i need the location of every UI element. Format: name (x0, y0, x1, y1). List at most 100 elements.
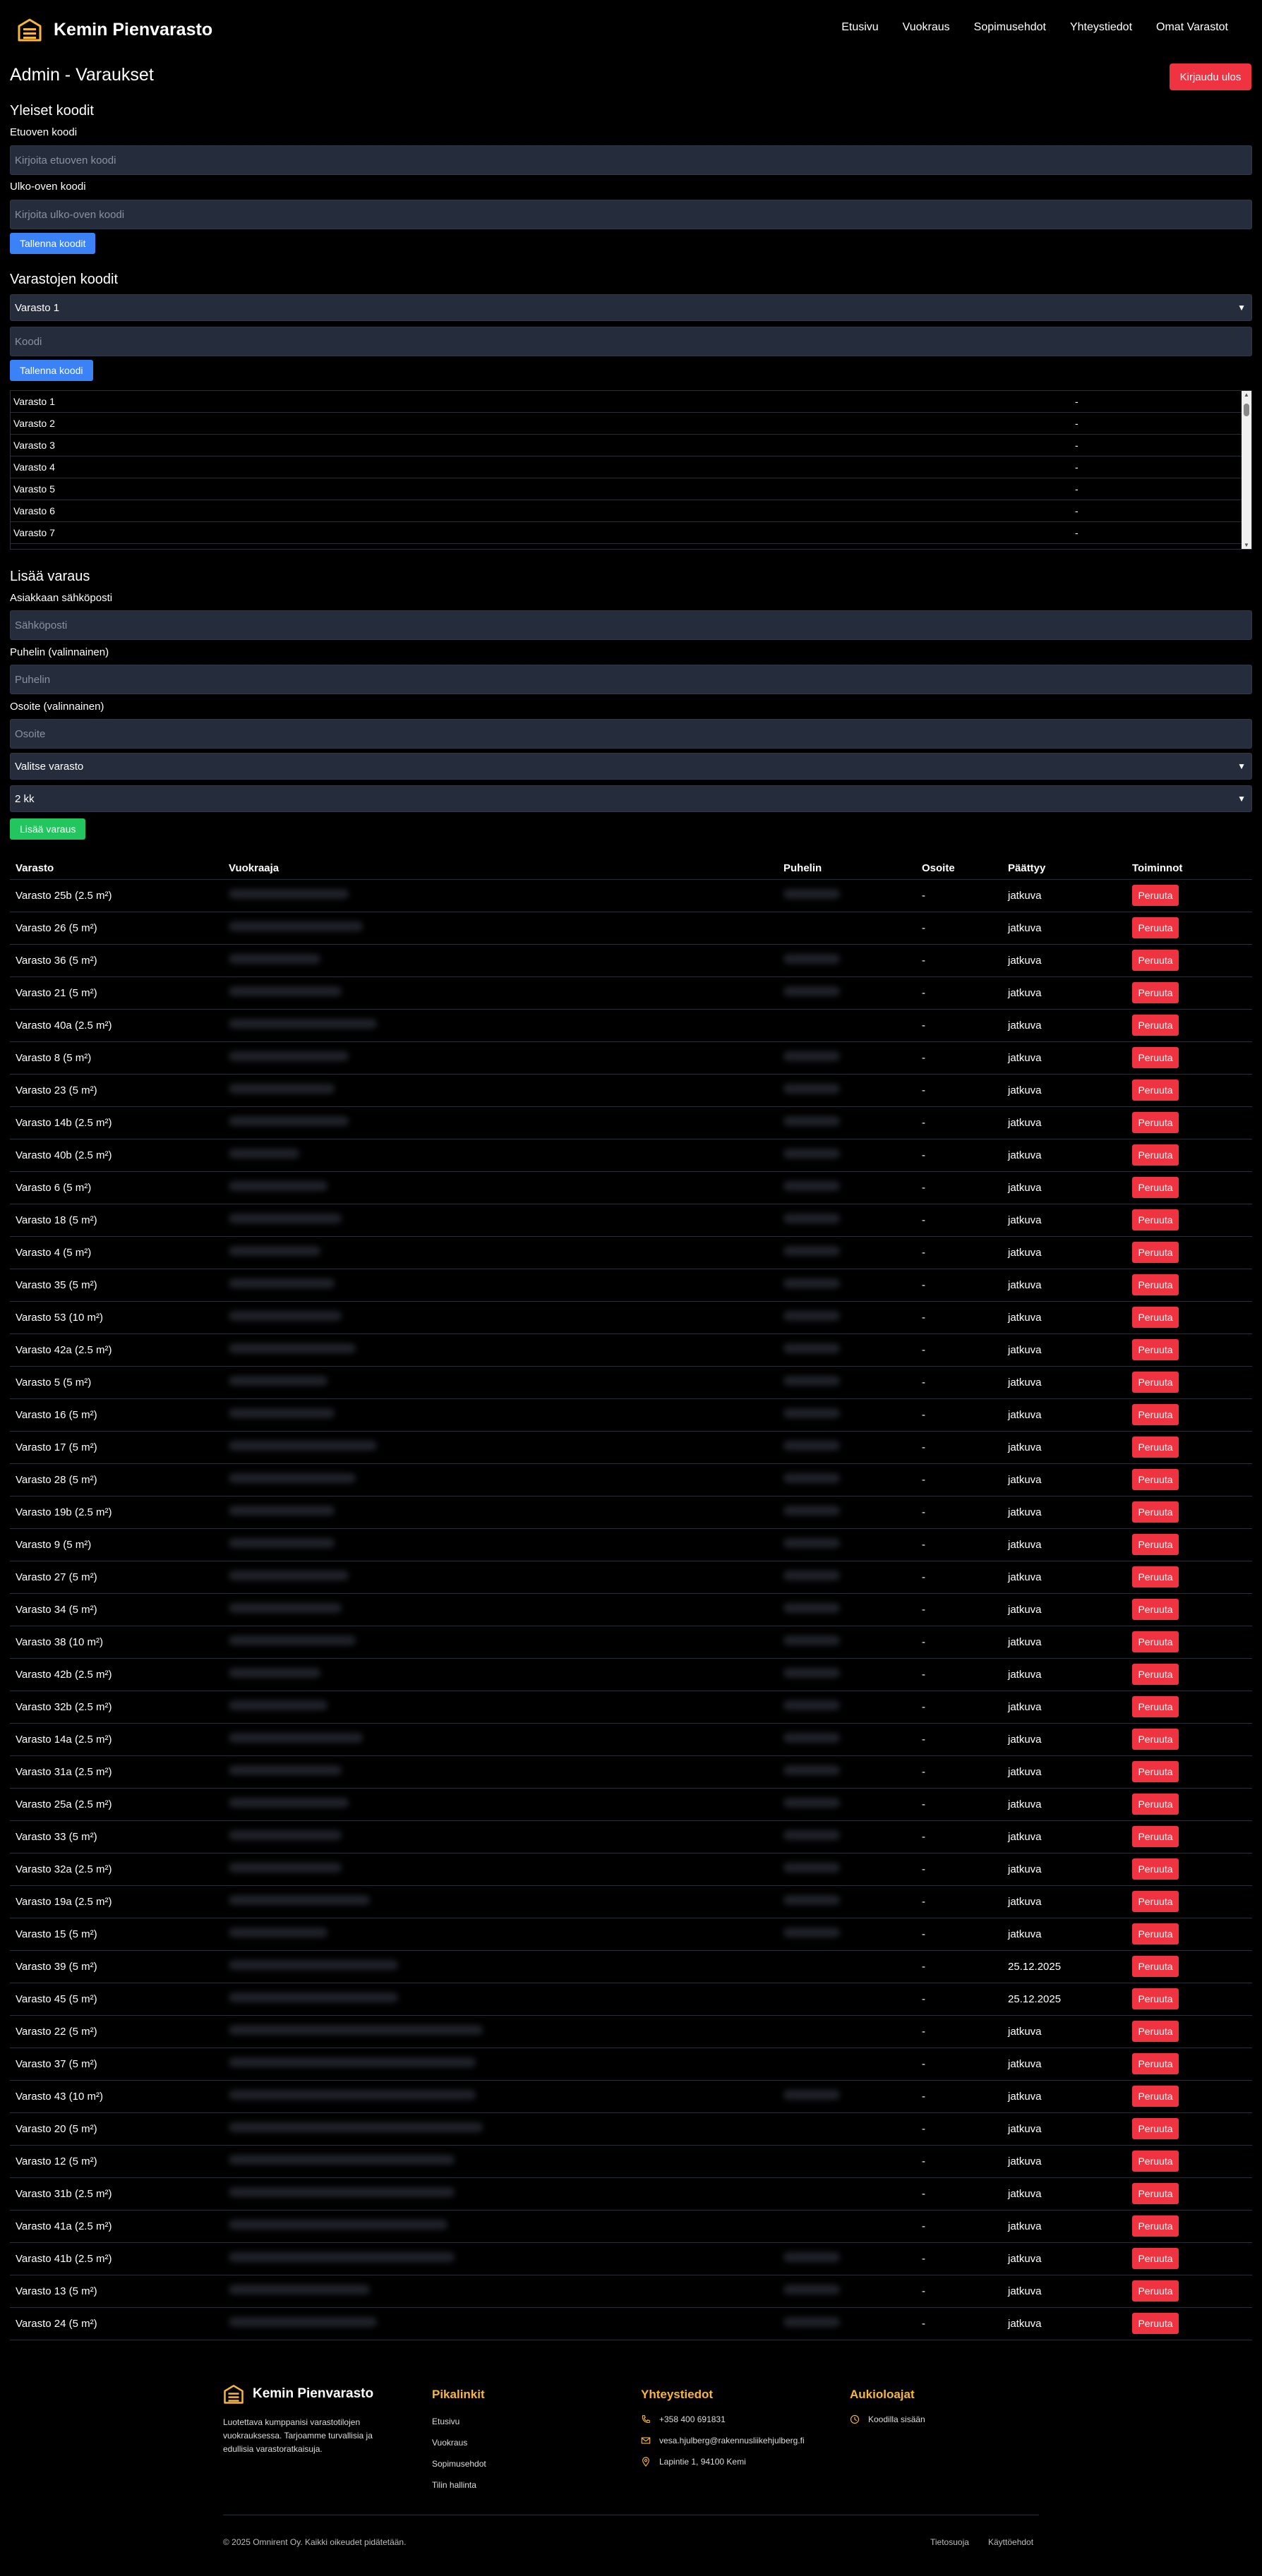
cancel-reservation-button[interactable]: Peruuta (1132, 950, 1179, 971)
reservation-storage-select[interactable]: Valitse varasto ▼ (10, 753, 1252, 780)
nav-omat-varastot[interactable]: Omat Varastot (1156, 21, 1228, 34)
cancel-reservation-button[interactable]: Peruuta (1132, 2248, 1179, 2269)
cancel-reservation-button[interactable]: Peruuta (1132, 1501, 1179, 1523)
footer-link-sopimusehdot[interactable]: Sopimusehdot (432, 2459, 486, 2469)
cancel-reservation-button[interactable]: Peruuta (1132, 1631, 1179, 1652)
cancel-reservation-button[interactable]: Peruuta (1132, 885, 1179, 906)
cancel-reservation-button[interactable]: Peruuta (1132, 1372, 1179, 1393)
cancel-reservation-button[interactable]: Peruuta (1132, 1404, 1179, 1425)
tenant-cell (223, 1561, 778, 1594)
redacted-phone (783, 2285, 840, 2294)
nav-yhteystiedot[interactable]: Yhteystiedot (1070, 21, 1132, 34)
storage-cell: Varasto 20 (5 m²) (10, 2112, 223, 2146)
cancel-reservation-button[interactable]: Peruuta (1132, 1729, 1179, 1750)
footer-link-vuokraus[interactable]: Vuokraus (432, 2438, 467, 2448)
actions-cell: Peruuta (1126, 1041, 1252, 1075)
storage-code: - (1075, 483, 1078, 495)
cancel-reservation-button[interactable]: Peruuta (1132, 1015, 1179, 1036)
cancel-reservation-button[interactable]: Peruuta (1132, 1047, 1179, 1068)
front-door-code-input[interactable] (10, 145, 1252, 175)
storage-cell: Varasto 35 (5 m²) (10, 1269, 223, 1302)
cancel-reservation-button[interactable]: Peruuta (1132, 1144, 1179, 1166)
scroll-down-icon[interactable]: ▼ (1244, 542, 1249, 548)
cancel-reservation-button[interactable]: Peruuta (1132, 1080, 1179, 1101)
storage-code: - (1075, 461, 1078, 473)
redacted-phone (783, 1895, 840, 1905)
cancel-reservation-button[interactable]: Peruuta (1132, 2151, 1179, 2172)
cancel-reservation-button[interactable]: Peruuta (1132, 2215, 1179, 2237)
storage-code-input[interactable] (10, 327, 1252, 356)
end-date-cell: jatkuva (1002, 1820, 1126, 1854)
cancel-reservation-button[interactable]: Peruuta (1132, 1761, 1179, 1782)
cancel-reservation-button[interactable]: Peruuta (1132, 2280, 1179, 2302)
cancel-reservation-button[interactable]: Peruuta (1132, 1956, 1179, 1977)
cancel-reservation-button[interactable]: Peruuta (1132, 1274, 1179, 1295)
nav-etusivu[interactable]: Etusivu (841, 21, 878, 34)
scrollbar-thumb[interactable] (1244, 404, 1249, 416)
address-input[interactable] (10, 719, 1252, 749)
redacted-tenant (229, 2090, 476, 2100)
cancel-reservation-button[interactable]: Peruuta (1132, 1112, 1179, 1133)
cancel-reservation-button[interactable]: Peruuta (1132, 1696, 1179, 1717)
nav-sopimusehdot[interactable]: Sopimusehdot (974, 21, 1046, 34)
cancel-reservation-button[interactable]: Peruuta (1132, 1858, 1179, 1880)
logout-button[interactable]: Kirjaudu ulos (1170, 64, 1251, 90)
cancel-reservation-button[interactable]: Peruuta (1132, 1794, 1179, 1815)
duration-select[interactable]: 2 kk ▼ (10, 785, 1252, 812)
cancel-reservation-button[interactable]: Peruuta (1132, 1664, 1179, 1685)
cancel-reservation-button[interactable]: Peruuta (1132, 1599, 1179, 1620)
cancel-reservation-button[interactable]: Peruuta (1132, 1242, 1179, 1263)
cancel-reservation-button[interactable]: Peruuta (1132, 1339, 1179, 1360)
table-row: Varasto 22 (5 m²) - jatkuva Peruuta (10, 2015, 1252, 2048)
footer-link-tilin-hallinta[interactable]: Tilin hallinta (432, 2480, 476, 2490)
cancel-reservation-button[interactable]: Peruuta (1132, 1988, 1179, 2009)
redacted-phone (783, 1733, 840, 1743)
cancel-reservation-button[interactable]: Peruuta (1132, 2313, 1179, 2334)
cancel-reservation-button[interactable]: Peruuta (1132, 2053, 1179, 2074)
cancel-reservation-button[interactable]: Peruuta (1132, 1891, 1179, 1912)
cancel-reservation-button[interactable]: Peruuta (1132, 917, 1179, 938)
cancel-reservation-button[interactable]: Peruuta (1132, 1566, 1179, 1588)
end-date-cell: jatkuva (1002, 1106, 1126, 1139)
table-row: Varasto 17 (5 m²) - jatkuva Peruuta (10, 1431, 1252, 1464)
brand-logo[interactable]: Kemin Pienvarasto (17, 17, 212, 42)
add-reservation-button[interactable]: Lisää varaus (10, 818, 86, 840)
cancel-reservation-button[interactable]: Peruuta (1132, 1826, 1179, 1847)
save-codes-button[interactable]: Tallenna koodit (10, 233, 96, 254)
end-date-cell: jatkuva (1002, 1723, 1126, 1756)
list-scrollbar[interactable]: ▲ ▼ (1242, 391, 1251, 549)
outer-door-code-input[interactable] (10, 200, 1252, 229)
col-paattyy: Päättyy (1002, 858, 1126, 880)
cancel-reservation-button[interactable]: Peruuta (1132, 1307, 1179, 1328)
actions-cell: Peruuta (1126, 1204, 1252, 1237)
terms-link[interactable]: Käyttöehdot (988, 2537, 1033, 2547)
cancel-reservation-button[interactable]: Peruuta (1132, 1534, 1179, 1555)
table-row: Varasto 19a (2.5 m²) - jatkuva Peruuta (10, 1885, 1252, 1918)
cancel-reservation-button[interactable]: Peruuta (1132, 2118, 1179, 2139)
cancel-reservation-button[interactable]: Peruuta (1132, 2086, 1179, 2107)
storage-cell: Varasto 42a (2.5 m²) (10, 1334, 223, 1367)
privacy-link[interactable]: Tietosuoja (930, 2537, 969, 2547)
phone-input[interactable] (10, 665, 1252, 694)
cancel-reservation-button[interactable]: Peruuta (1132, 982, 1179, 1003)
cancel-reservation-button[interactable]: Peruuta (1132, 1437, 1179, 1458)
cancel-reservation-button[interactable]: Peruuta (1132, 1469, 1179, 1490)
cancel-reservation-button[interactable]: Peruuta (1132, 2183, 1179, 2204)
footer-email[interactable]: vesa.hjulberg@rakennusliikehjulberg.fi (641, 2436, 805, 2445)
cancel-reservation-button[interactable]: Peruuta (1132, 1177, 1179, 1198)
cancel-reservation-button[interactable]: Peruuta (1132, 2021, 1179, 2042)
address-cell: - (916, 2112, 1002, 2146)
address-cell: - (916, 1853, 1002, 1886)
nav-vuokraus[interactable]: Vuokraus (903, 21, 950, 34)
customer-email-input[interactable] (10, 610, 1252, 640)
cancel-reservation-button[interactable]: Peruuta (1132, 1923, 1179, 1945)
storage-code-list[interactable]: Varasto 1 - Varasto 2 - Varasto 3 - Varasto… (10, 390, 1252, 550)
footer-link-etusivu[interactable]: Etusivu (432, 2417, 459, 2426)
storage-select[interactable]: Varasto 1 ▼ (10, 294, 1252, 321)
address-cell: - (916, 2080, 1002, 2113)
scroll-up-icon[interactable]: ▲ (1244, 392, 1249, 398)
footer-phone[interactable]: +358 400 691831 (641, 2414, 726, 2424)
actions-cell: Peruuta (1126, 1723, 1252, 1756)
cancel-reservation-button[interactable]: Peruuta (1132, 1209, 1179, 1230)
save-storage-code-button[interactable]: Tallenna koodi (10, 360, 93, 381)
